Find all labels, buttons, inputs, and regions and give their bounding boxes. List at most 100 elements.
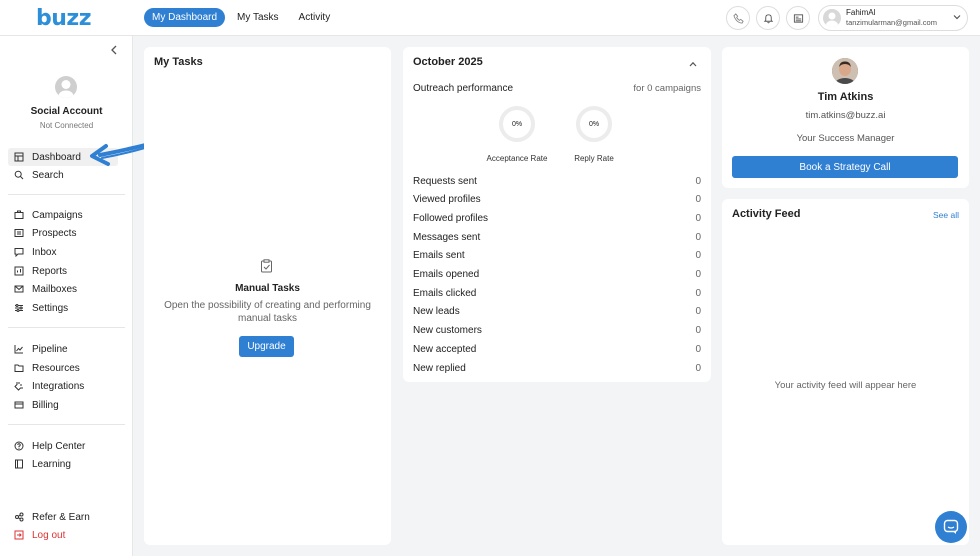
performance-card: October 2025 Outreach performance for 0 … — [403, 47, 711, 382]
user-avatar — [823, 9, 841, 27]
metric-value: 0 — [695, 212, 701, 224]
news-icon[interactable] — [786, 6, 810, 30]
user-name: FahimAl — [846, 8, 876, 17]
prospects-icon — [14, 228, 24, 238]
sidebar-item-prospects[interactable]: Prospects — [8, 224, 118, 242]
account-status: Not Connected — [39, 121, 94, 130]
sidebar: Social Account Not Connected Dashboard S… — [0, 36, 133, 556]
sidebar-item-label: Search — [32, 169, 64, 181]
sidebar-item-integrations[interactable]: Integrations — [8, 377, 118, 395]
metric-value: 0 — [695, 325, 701, 337]
refer-icon — [14, 512, 24, 522]
phone-icon[interactable] — [726, 6, 750, 30]
integrations-icon — [14, 381, 24, 391]
folder-icon — [14, 363, 24, 373]
sidebar-item-campaigns[interactable]: Campaigns — [8, 206, 118, 224]
metric-label: Emails clicked — [413, 287, 477, 299]
sidebar-item-settings[interactable]: Settings — [8, 299, 118, 317]
top-nav: My Dashboard My Tasks Activity — [144, 8, 338, 27]
sidebar-item-label: Resources — [32, 362, 80, 374]
sidebar-item-refer-earn[interactable]: Refer & Earn — [8, 508, 118, 526]
metric-label: Emails sent — [413, 250, 465, 262]
metric-value: 0 — [695, 250, 701, 262]
upgrade-button[interactable]: Upgrade — [239, 336, 294, 357]
reply-rate-label: Reply Rate — [574, 154, 614, 163]
metric-row: New leads 0 — [413, 303, 701, 321]
tab-my-tasks[interactable]: My Tasks — [229, 8, 287, 27]
chat-icon — [943, 519, 959, 534]
dashboard-icon — [14, 152, 24, 162]
metric-label: Followed profiles — [413, 212, 489, 224]
user-menu[interactable]: FahimAl tanzimularman@gmail.com — [818, 5, 968, 31]
sidebar-item-reports[interactable]: Reports — [8, 262, 118, 280]
buzz-logo[interactable]: buzz — [36, 4, 92, 32]
metric-label: Emails opened — [413, 269, 480, 280]
account-avatar — [55, 76, 77, 98]
sidebar-item-label: Campaigns — [32, 209, 83, 221]
manager-email: tim.atkins@buzz.ai — [805, 110, 886, 121]
activity-feed-title: Activity Feed — [732, 208, 801, 220]
metric-row: Emails clicked 0 — [413, 284, 701, 302]
sidebar-item-label: Settings — [32, 302, 69, 314]
metric-label: Viewed profiles — [413, 194, 481, 206]
sidebar-item-help-center[interactable]: Help Center — [8, 437, 118, 455]
sidebar-divider — [8, 327, 125, 328]
sidebar-item-learning[interactable]: Learning — [8, 455, 118, 473]
sidebar-item-label: Log out — [32, 529, 66, 541]
metric-label: New customers — [413, 325, 482, 337]
sidebar-item-label: Help Center — [32, 440, 86, 452]
reports-icon — [14, 266, 24, 276]
clipboard-icon — [260, 259, 273, 276]
sidebar-divider — [8, 424, 125, 425]
book-icon — [14, 459, 24, 469]
see-all-link[interactable]: See all — [933, 210, 959, 220]
sidebar-item-label: Pipeline — [32, 343, 68, 355]
metric-row: New replied 0 — [413, 359, 701, 377]
mail-icon — [14, 284, 24, 294]
month-title: October 2025 — [413, 56, 483, 68]
metric-value: 0 — [695, 343, 701, 355]
chat-support-button[interactable] — [935, 511, 967, 543]
sidebar-item-label: Inbox — [32, 246, 57, 258]
metric-label: New replied — [413, 362, 466, 374]
sidebar-item-resources[interactable]: Resources — [8, 359, 118, 377]
sidebar-item-billing[interactable]: Billing — [8, 396, 118, 414]
collapse-sidebar-icon[interactable] — [110, 44, 118, 58]
metric-value: 0 — [695, 269, 701, 280]
tab-my-dashboard[interactable]: My Dashboard — [144, 8, 226, 27]
campaigns-note: for 0 campaigns — [633, 83, 701, 94]
metric-row: New customers 0 — [413, 322, 701, 340]
activity-empty-message: Your activity feed will appear here — [774, 380, 917, 391]
metric-label: Messages sent — [413, 231, 481, 243]
metric-value: 0 — [695, 306, 701, 318]
acceptance-rate-ring: 0% — [499, 106, 535, 142]
sidebar-item-label: Billing — [32, 399, 59, 411]
metric-value: 0 — [695, 231, 701, 243]
metric-label: Requests sent — [413, 175, 477, 187]
sidebar-divider — [8, 194, 125, 195]
manager-avatar — [832, 58, 858, 84]
metric-row: New accepted 0 — [413, 340, 701, 358]
manual-tasks-title: Manual Tasks — [235, 283, 300, 294]
user-email: tanzimularman@gmail.com — [846, 18, 937, 27]
bell-icon[interactable] — [756, 6, 780, 30]
sidebar-item-pipeline[interactable]: Pipeline — [8, 340, 118, 358]
tab-activity[interactable]: Activity — [291, 8, 339, 27]
metric-row: Requests sent 0 — [413, 172, 701, 190]
metric-row: Viewed profiles 0 — [413, 191, 701, 209]
book-strategy-call-button[interactable]: Book a Strategy Call — [732, 156, 958, 178]
acceptance-rate-label: Acceptance Rate — [486, 154, 548, 163]
sidebar-item-inbox[interactable]: Inbox — [8, 243, 118, 261]
reply-rate-ring: 0% — [576, 106, 612, 142]
card-title: My Tasks — [154, 56, 203, 68]
sidebar-item-logout[interactable]: Log out — [8, 526, 118, 544]
metric-value: 0 — [695, 287, 701, 299]
settings-icon — [14, 303, 24, 313]
sidebar-item-label: Refer & Earn — [32, 511, 90, 523]
manager-name: Tim Atkins — [817, 91, 874, 103]
sidebar-item-label: Learning — [32, 458, 71, 470]
sidebar-item-mailboxes[interactable]: Mailboxes — [8, 280, 118, 298]
chevron-up-icon[interactable] — [689, 59, 697, 70]
logout-icon — [14, 530, 24, 540]
manager-role: Your Success Manager — [796, 133, 895, 144]
